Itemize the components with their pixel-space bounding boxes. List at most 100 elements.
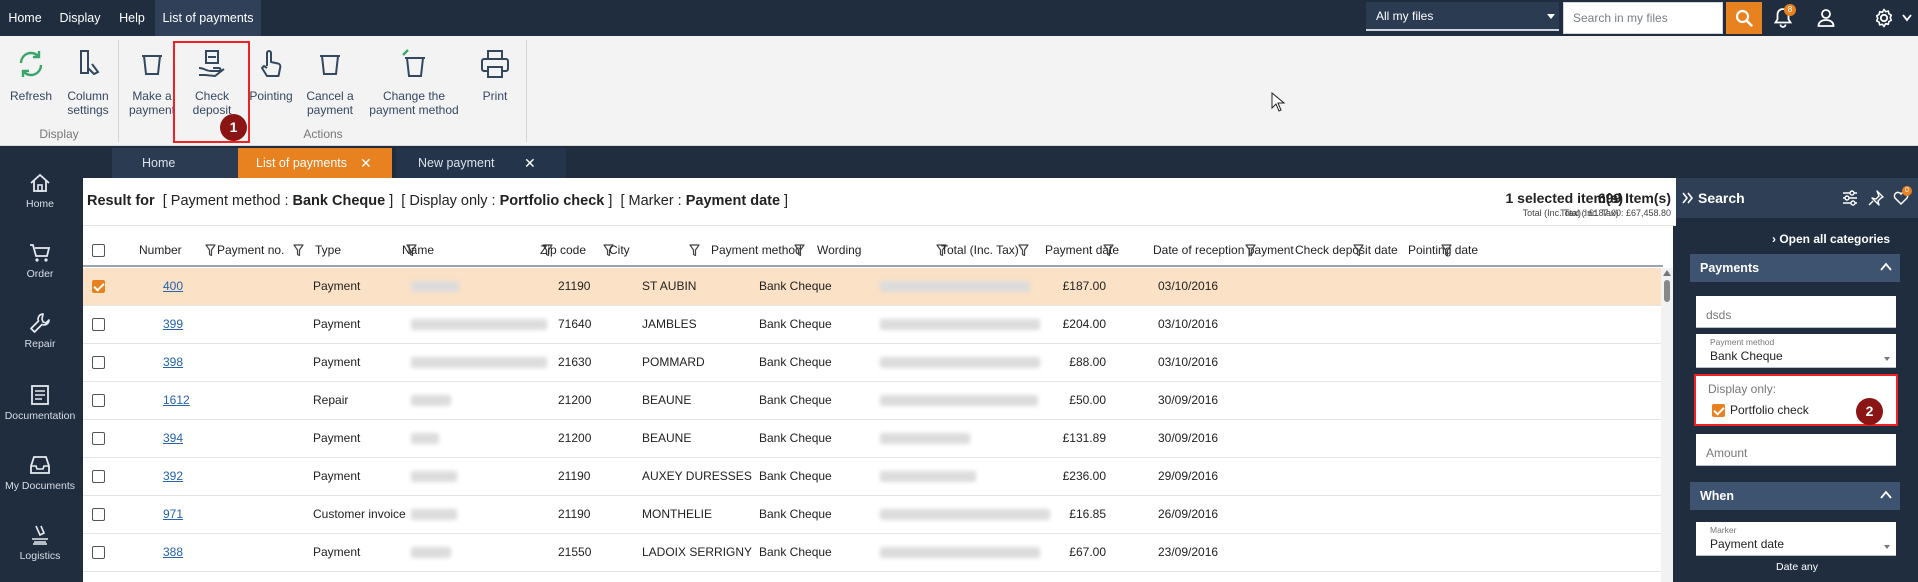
pin-icon[interactable]	[1868, 190, 1884, 206]
filter-icon[interactable]	[1245, 244, 1256, 257]
section-payments-header[interactable]: Payments	[1690, 254, 1900, 282]
nav-documentation[interactable]: Documentation	[0, 370, 80, 430]
column-header[interactable]: Payment method	[711, 234, 802, 267]
row-number-link[interactable]: 1612	[163, 382, 190, 420]
row-checkbox[interactable]	[92, 280, 105, 293]
section-when-header[interactable]: When	[1690, 482, 1900, 510]
amount-input[interactable]: Amount	[1696, 434, 1896, 466]
row-checkbox[interactable]	[92, 470, 105, 483]
nav-order[interactable]: Order	[0, 228, 80, 288]
column-header[interactable]: Zip code	[540, 234, 586, 267]
table-row[interactable]: 394 Payment 21200 BEAUNE Bank Cheque £131.89 3…	[83, 420, 1661, 458]
document-tabs: Home List of payments ✕ New payment ✕	[80, 148, 1673, 178]
filter-icon[interactable]	[794, 244, 805, 257]
nav-home[interactable]: Home	[0, 158, 80, 218]
double-chevron-right-icon[interactable]	[1682, 192, 1694, 204]
close-icon[interactable]: ✕	[524, 148, 536, 178]
column-header[interactable]: Date of reception payment	[1153, 234, 1294, 267]
print-button[interactable]: Print	[470, 36, 520, 128]
chevron-down-icon[interactable]	[1902, 14, 1912, 22]
filter-icon[interactable]	[1018, 244, 1029, 257]
menu-display[interactable]: Display	[52, 0, 108, 36]
portfolio-check-checkbox[interactable]	[1712, 404, 1725, 417]
table-row[interactable]: 392 Payment 21190 AUXEY DURESSES Bank Cheque…	[83, 458, 1661, 496]
vertical-scrollbar[interactable]	[1661, 268, 1673, 582]
row-number-link[interactable]: 971	[163, 496, 183, 534]
column-header[interactable]: Wording	[817, 234, 861, 267]
row-number-link[interactable]: 399	[163, 306, 183, 344]
cancel-payment-button[interactable]: Cancel a payment	[300, 36, 360, 128]
refresh-button[interactable]: Refresh	[6, 36, 56, 128]
table-row[interactable]: 1612 Repair 21200 BEAUNE Bank Cheque £50.00 30…	[83, 382, 1661, 420]
column-header[interactable]: Payment no.	[217, 234, 284, 267]
pointing-label: Pointing	[249, 89, 293, 103]
pointing-button[interactable]: Pointing	[248, 36, 294, 128]
filter-icon[interactable]	[1353, 244, 1364, 257]
column-header[interactable]: Check deposit date	[1295, 234, 1398, 267]
row-checkbox[interactable]	[92, 432, 105, 445]
filter-icon[interactable]	[293, 244, 304, 257]
scroll-thumb[interactable]	[1664, 280, 1670, 302]
filter-icon[interactable]	[689, 244, 700, 257]
nav-logistics[interactable]: Logistics	[0, 510, 80, 570]
row-method: Bank Cheque	[759, 355, 832, 369]
filter-icon[interactable]	[205, 244, 216, 257]
row-number-link[interactable]: 394	[163, 420, 183, 458]
column-header[interactable]: City	[609, 234, 630, 267]
column-settings-label: Column settings	[67, 89, 109, 117]
column-settings-icon	[72, 48, 104, 80]
date-any-label[interactable]: Date any	[1676, 561, 1918, 573]
row-number-link[interactable]: 392	[163, 458, 183, 496]
search-button[interactable]	[1726, 2, 1762, 34]
tab-new-payment[interactable]: New payment ✕	[396, 148, 566, 178]
column-header[interactable]: Total (Inc. Tax)	[941, 234, 1019, 267]
open-all-categories-link[interactable]: › Open all categories	[1772, 232, 1890, 246]
filter-icon[interactable]	[1441, 244, 1452, 257]
row-number-link[interactable]: 388	[163, 534, 183, 572]
column-settings-button[interactable]: Column settings	[60, 36, 116, 128]
files-scope-select[interactable]: All my files	[1366, 2, 1559, 31]
tab-list-of-payments[interactable]: List of payments ✕	[238, 148, 392, 178]
menu-home[interactable]: Home	[0, 0, 50, 36]
column-header[interactable]: Name	[402, 234, 434, 267]
table-row[interactable]: 400 Payment 21190 ST AUBIN Bank Cheque £187.0…	[83, 268, 1661, 306]
make-payment-button[interactable]: Make a payment	[124, 36, 180, 128]
row-payment-date: 30/09/2016	[1158, 431, 1219, 445]
nav-my-documents[interactable]: My Documents	[0, 440, 80, 500]
table-row[interactable]: 971 Customer invoice 21190 MONTHELIE Bank Ch…	[83, 496, 1661, 534]
result-filters: Result for [ Payment method : Bank Chequ…	[87, 193, 789, 209]
column-header[interactable]: Type	[315, 234, 341, 267]
column-header[interactable]: Number	[139, 234, 182, 267]
redacted-name	[411, 357, 547, 368]
table-row[interactable]: 399 Payment 71640 JAMBLES Bank Cheque £204.00…	[83, 306, 1661, 344]
row-checkbox[interactable]	[92, 356, 105, 369]
menu-list-of-payments[interactable]: List of payments	[155, 0, 261, 36]
filter-3-label: Marker :	[628, 193, 682, 209]
select-all-checkbox[interactable]	[92, 244, 105, 257]
redacted-wording	[880, 509, 1050, 520]
scroll-up-arrow[interactable]	[1663, 270, 1671, 276]
nav-repair[interactable]: Repair	[0, 298, 80, 358]
filter-icon[interactable]	[1103, 244, 1114, 257]
table-row[interactable]: 398 Payment 21630 POMMARD Bank Cheque £88.00 0…	[83, 344, 1661, 382]
payment-method-select[interactable]: Payment method Bank Cheque	[1696, 334, 1896, 368]
change-payment-method-button[interactable]: Change the payment method	[364, 36, 464, 128]
row-type: Payment	[313, 469, 361, 483]
wording-filter-input[interactable]: dsds	[1696, 296, 1896, 328]
row-checkbox[interactable]	[92, 318, 105, 331]
row-checkbox[interactable]	[92, 394, 105, 407]
table-row[interactable]: 388 Payment 21550 LADOIX SERRIGNY Bank Chequ…	[83, 534, 1661, 572]
row-checkbox[interactable]	[92, 508, 105, 521]
row-city: POMMARD	[642, 355, 705, 369]
sliders-icon[interactable]	[1842, 190, 1858, 206]
user-icon[interactable]	[1815, 7, 1837, 29]
row-number-link[interactable]: 398	[163, 344, 183, 382]
marker-select[interactable]: Marker Payment date	[1696, 522, 1896, 556]
menu-help[interactable]: Help	[110, 0, 154, 36]
row-checkbox[interactable]	[92, 546, 105, 559]
search-input[interactable]	[1563, 2, 1723, 34]
row-number-link[interactable]: 400	[163, 268, 183, 306]
close-icon[interactable]: ✕	[360, 148, 372, 178]
chevron-down-icon	[1884, 545, 1890, 549]
gear-icon[interactable]	[1873, 7, 1895, 29]
